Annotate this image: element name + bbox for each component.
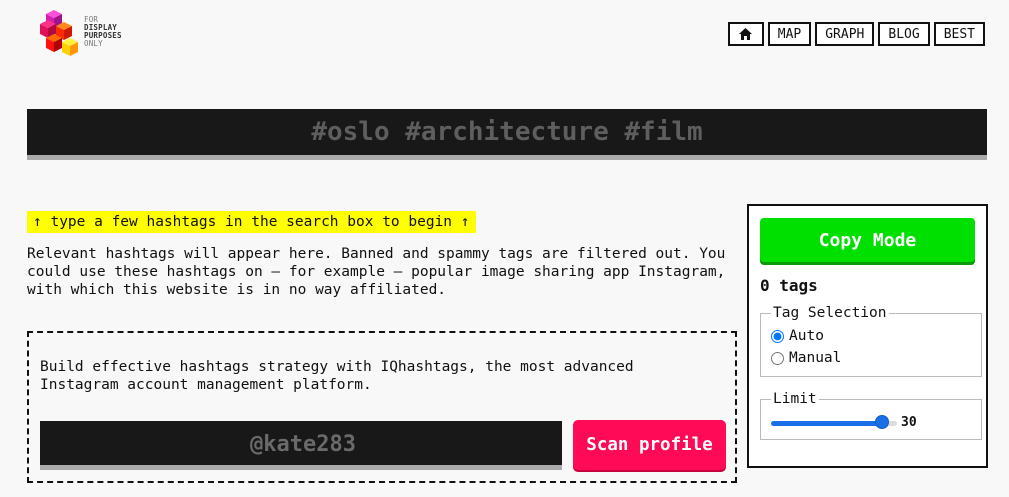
nav-blog-button[interactable]: BLOG bbox=[878, 22, 930, 46]
logo-text: FOR DISPLAY PURPOSES ONLY bbox=[84, 16, 122, 48]
hashtag-search-bar bbox=[27, 108, 987, 160]
home-icon bbox=[739, 28, 753, 40]
auto-radio[interactable] bbox=[771, 329, 784, 343]
manual-label: Manual bbox=[789, 350, 842, 366]
promo-box: Build effective hashtags strategy with I… bbox=[27, 331, 737, 483]
slider-thumb[interactable] bbox=[874, 414, 889, 429]
site-logo[interactable]: FOR DISPLAY PURPOSES ONLY bbox=[38, 8, 148, 60]
scan-profile-button[interactable]: Scan profile bbox=[573, 420, 726, 470]
limit-legend: Limit bbox=[773, 391, 817, 407]
tag-count: 0 tags bbox=[760, 276, 818, 295]
manual-option[interactable]: Manual bbox=[771, 347, 973, 369]
tag-selection-group: Tag Selection Auto Manual bbox=[760, 305, 982, 377]
slider-track-fill bbox=[771, 420, 882, 426]
limit-value: 30 bbox=[901, 415, 917, 430]
hashtag-search-input[interactable] bbox=[27, 108, 987, 156]
promo-text: Build effective hashtags strategy with I… bbox=[40, 359, 634, 393]
tag-sidebar: Copy Mode 0 tags Tag Selection Auto Manu… bbox=[747, 204, 988, 468]
results-description: Relevant hashtags will appear here. Bann… bbox=[27, 246, 726, 298]
limit-slider[interactable] bbox=[771, 414, 897, 429]
nav-map-button[interactable]: MAP bbox=[767, 22, 812, 46]
logo-line: ONLY bbox=[84, 39, 103, 48]
top-nav: MAP GRAPH BLOG BEST bbox=[727, 22, 985, 46]
copy-mode-button[interactable]: Copy Mode bbox=[760, 218, 975, 262]
home-button[interactable] bbox=[727, 22, 764, 46]
tag-selection-legend: Tag Selection bbox=[773, 305, 887, 321]
search-hint: ↑ type a few hashtags in the search box … bbox=[27, 211, 476, 233]
auto-label: Auto bbox=[789, 328, 824, 344]
nav-best-button[interactable]: BEST bbox=[933, 22, 985, 46]
limit-group: Limit 30 bbox=[760, 391, 982, 440]
cube-logo-icon bbox=[40, 10, 78, 56]
manual-radio[interactable] bbox=[771, 351, 784, 365]
auto-option[interactable]: Auto bbox=[771, 325, 973, 347]
profile-input-wrapper bbox=[40, 421, 566, 470]
nav-graph-button[interactable]: GRAPH bbox=[815, 22, 875, 46]
profile-input[interactable] bbox=[40, 421, 566, 467]
